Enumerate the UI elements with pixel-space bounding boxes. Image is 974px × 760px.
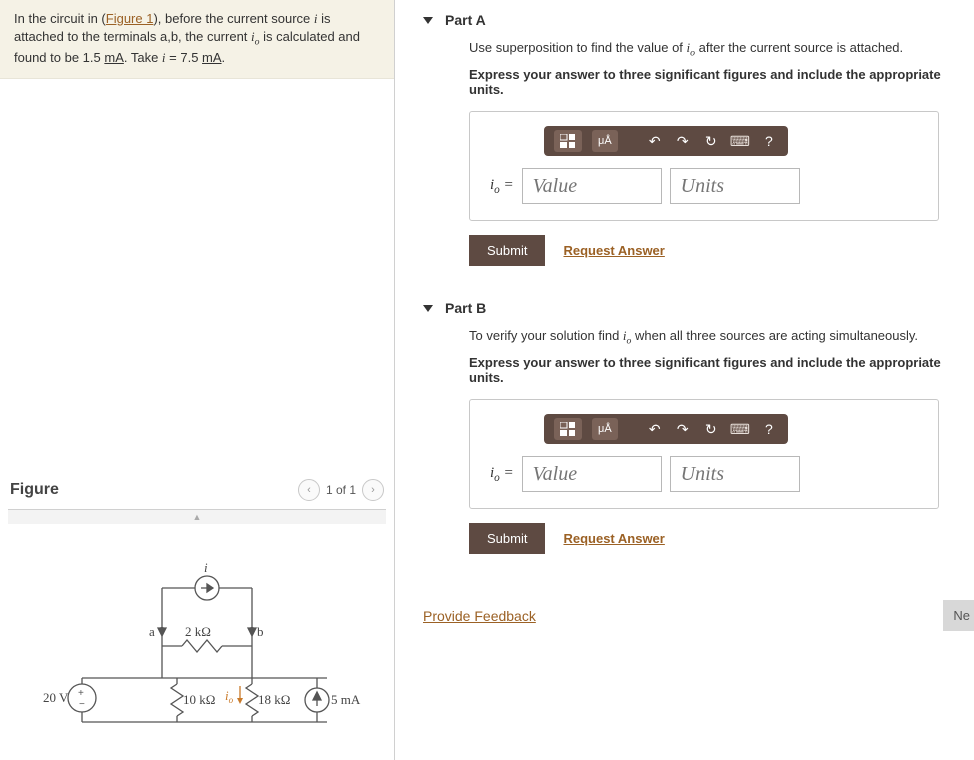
circuit-svg: + − bbox=[27, 560, 367, 740]
fig-label-20v: 20 V bbox=[43, 690, 69, 705]
io-label: io = bbox=[490, 177, 514, 196]
next-button-partial[interactable]: Ne bbox=[943, 600, 974, 631]
problem-text-fragment: In the circuit in ( bbox=[14, 11, 106, 26]
left-column: In the circuit in (Figure 1), before the… bbox=[0, 0, 395, 760]
part-b-prompt: To verify your solution find io when all… bbox=[469, 326, 974, 349]
redo-icon[interactable]: ↷ bbox=[674, 130, 692, 152]
scroll-up-hint[interactable]: ▲ bbox=[8, 510, 386, 524]
caret-down-icon bbox=[423, 305, 433, 312]
part-a-prompt: Use superposition to find the value of i… bbox=[469, 38, 974, 61]
figure-section: Figure ‹ 1 of 1 › ▲ bbox=[0, 469, 394, 760]
part-a-units-input[interactable] bbox=[670, 168, 800, 204]
part-a-value-input[interactable] bbox=[522, 168, 662, 204]
figure-link[interactable]: Figure 1 bbox=[106, 11, 154, 26]
fig-label-io: io bbox=[225, 688, 234, 705]
provide-feedback-link[interactable]: Provide Feedback bbox=[423, 608, 536, 624]
fig-label-2k: 2 kΩ bbox=[185, 624, 211, 639]
part-a-answer-box: μÅ ↶ ↷ ↻ ⌨ ? io = bbox=[469, 111, 939, 221]
template-icon[interactable] bbox=[554, 418, 582, 440]
template-icon[interactable] bbox=[554, 130, 582, 152]
keyboard-icon[interactable]: ⌨ bbox=[730, 418, 750, 440]
help-icon[interactable]: ? bbox=[760, 418, 778, 440]
io-label: io = bbox=[490, 465, 514, 484]
keyboard-icon[interactable]: ⌨ bbox=[730, 130, 750, 152]
fig-label-a: a bbox=[149, 624, 155, 639]
part-a-title: Part A bbox=[445, 12, 486, 28]
figure-pager: ‹ 1 of 1 › bbox=[298, 479, 384, 501]
fig-label-10k: 10 kΩ bbox=[183, 692, 215, 707]
reset-icon[interactable]: ↻ bbox=[702, 418, 720, 440]
svg-text:−: − bbox=[79, 699, 85, 710]
part-a-toolbar: μÅ ↶ ↷ ↻ ⌨ ? bbox=[544, 126, 788, 156]
reset-icon[interactable]: ↻ bbox=[702, 130, 720, 152]
part-b-submit-button[interactable]: Submit bbox=[469, 523, 545, 554]
figure-title: Figure bbox=[10, 481, 59, 499]
svg-text:+: + bbox=[78, 688, 84, 699]
part-b-value-input[interactable] bbox=[522, 456, 662, 492]
part-b-toolbar: μÅ ↶ ↷ ↻ ⌨ ? bbox=[544, 414, 788, 444]
circuit-figure: + − bbox=[8, 524, 386, 760]
fig-label-i: i bbox=[204, 560, 208, 575]
undo-icon[interactable]: ↶ bbox=[646, 130, 664, 152]
part-b-instruction: Express your answer to three significant… bbox=[469, 355, 974, 385]
part-a-header[interactable]: Part A bbox=[423, 6, 974, 38]
undo-icon[interactable]: ↶ bbox=[646, 418, 664, 440]
figure-next-button[interactable]: › bbox=[362, 479, 384, 501]
fig-label-5ma: 5 mA bbox=[331, 692, 361, 707]
part-a-submit-button[interactable]: Submit bbox=[469, 235, 545, 266]
fig-label-18k: 18 kΩ bbox=[258, 692, 290, 707]
part-b-request-answer-link[interactable]: Request Answer bbox=[563, 531, 664, 546]
units-button[interactable]: μÅ bbox=[592, 418, 618, 440]
part-b-units-input[interactable] bbox=[670, 456, 800, 492]
part-b-header[interactable]: Part B bbox=[423, 294, 974, 326]
figure-prev-button[interactable]: ‹ bbox=[298, 479, 320, 501]
part-a-instruction: Express your answer to three significant… bbox=[469, 67, 974, 97]
units-button[interactable]: μÅ bbox=[592, 130, 618, 152]
help-icon[interactable]: ? bbox=[760, 130, 778, 152]
figure-counter: 1 of 1 bbox=[326, 483, 356, 497]
redo-icon[interactable]: ↷ bbox=[674, 418, 692, 440]
var-io: io bbox=[251, 29, 260, 44]
part-b: Part B To verify your solution find io w… bbox=[423, 294, 974, 554]
fig-label-b: b bbox=[257, 624, 264, 639]
right-column: Part A Use superposition to find the val… bbox=[395, 0, 974, 760]
problem-statement: In the circuit in (Figure 1), before the… bbox=[0, 0, 394, 79]
part-a-request-answer-link[interactable]: Request Answer bbox=[563, 243, 664, 258]
part-a: Part A Use superposition to find the val… bbox=[423, 6, 974, 266]
part-b-title: Part B bbox=[445, 300, 486, 316]
caret-down-icon bbox=[423, 17, 433, 24]
part-b-answer-box: μÅ ↶ ↷ ↻ ⌨ ? io = bbox=[469, 399, 939, 509]
